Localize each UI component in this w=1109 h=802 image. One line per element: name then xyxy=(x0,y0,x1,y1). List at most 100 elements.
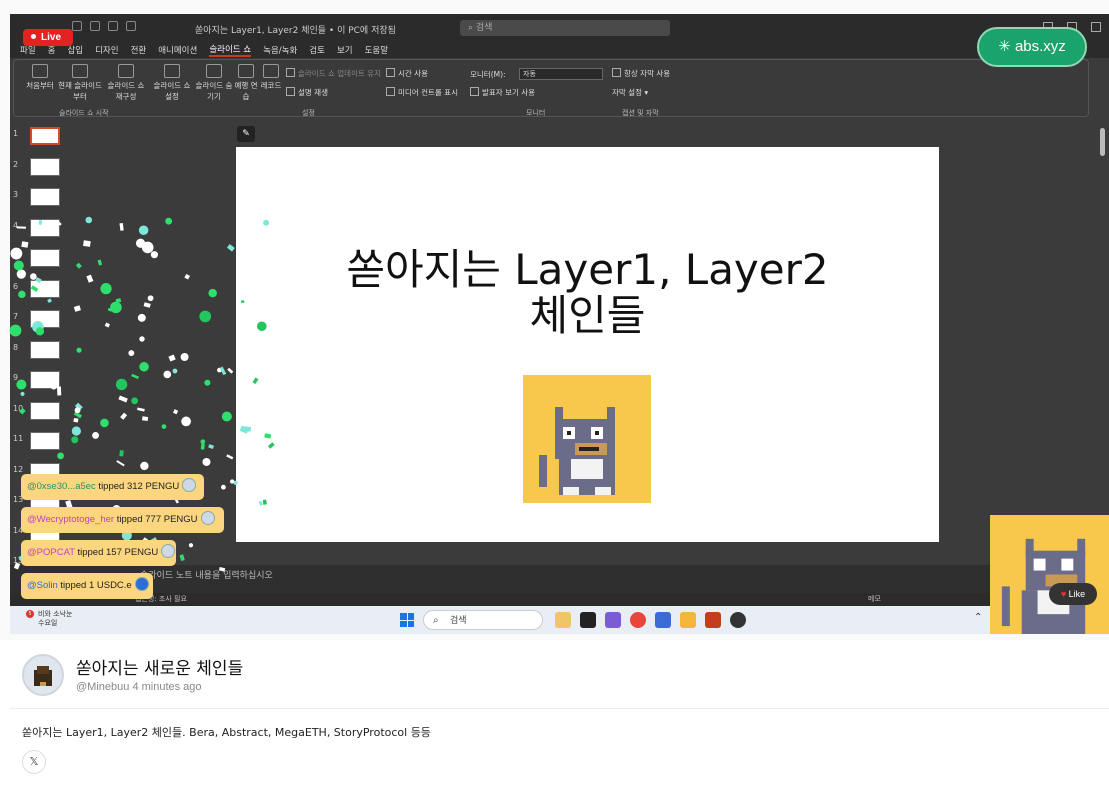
weather-badge: 5 xyxy=(26,610,34,618)
setup-show-label: 슬라이드 쇼 설정 xyxy=(153,81,191,101)
setup-show-button[interactable]: 슬라이드 쇼 설정 xyxy=(152,64,192,102)
channel-name[interactable]: @Minebuu xyxy=(76,681,129,693)
file-title: 쏟아지는 Layer1, Layer2 체인들 • 이 PC에 저장됨 xyxy=(195,26,396,36)
abs-brand-badge[interactable]: ✳ abs.xyz xyxy=(977,27,1087,67)
presenter-view-checkbox[interactable]: 발표자 보기 사용 xyxy=(470,87,535,98)
hide-slide-button[interactable]: 슬라이드 숨기기 xyxy=(194,64,234,102)
avatar[interactable] xyxy=(22,654,64,696)
from-current-button[interactable]: 현재 슬라이드부터 xyxy=(56,64,104,102)
tip-user[interactable]: @POPCAT xyxy=(27,547,75,558)
undo-icon[interactable] xyxy=(108,21,118,31)
tip-text: tipped 777 PENGU xyxy=(114,514,198,525)
slide-thumbnail[interactable] xyxy=(30,249,60,267)
slide-thumbnail[interactable] xyxy=(30,401,60,420)
ribbon-tab[interactable]: 보기 xyxy=(337,44,353,56)
slide-thumbnail[interactable] xyxy=(30,279,60,298)
ribbon-tab[interactable]: 검토 xyxy=(309,44,325,56)
taskbar-search[interactable]: ⌕ 검색 xyxy=(423,610,543,630)
weather-widget[interactable]: 5 비와 소낙눈 수요일 xyxy=(22,610,72,628)
record-button[interactable]: 레코드 xyxy=(258,64,284,91)
slide-number: 8 xyxy=(13,342,19,352)
x-share-icon[interactable]: 𝕏 xyxy=(22,750,46,774)
app-icon[interactable] xyxy=(655,612,671,628)
ribbon-tab[interactable]: 애니메이션 xyxy=(158,44,197,56)
monitor-label: 모니터(M): xyxy=(470,70,506,79)
use-timings-checkbox[interactable]: 시간 사용 xyxy=(386,68,428,79)
slide-number: 5 xyxy=(13,251,19,260)
tip-user[interactable]: @Wecryptotoge_her xyxy=(27,514,114,525)
chrome-icon[interactable] xyxy=(630,612,646,628)
ribbon-tab[interactable]: 도움말 xyxy=(365,44,388,56)
slide-thumbnail[interactable] xyxy=(30,157,60,176)
stream-title: 쏟아지는 새로운 체인들 xyxy=(76,659,244,679)
subtitle-settings-label: 자막 설정 xyxy=(612,88,642,97)
always-subtitles-checkbox[interactable]: 항상 자막 사용 xyxy=(612,68,670,79)
status-bar: 접근성: 조사 필요 메모 xyxy=(10,593,1000,606)
powerpoint-title-bar: 쏟아지는 Layer1, Layer2 체인들 • 이 PC에 저장됨 ⌕ 검색 xyxy=(10,14,1109,42)
copilot-icon[interactable] xyxy=(605,612,621,628)
subtitle-settings-button[interactable]: 자막 설정 ▾ xyxy=(612,87,648,98)
monitor-select[interactable]: 자동 xyxy=(519,68,603,80)
record-label: 레코드 xyxy=(260,81,282,90)
live-badge: Live xyxy=(23,29,73,46)
group-start-label: 슬라이드 쇼 시작 xyxy=(59,109,109,117)
windows-taskbar: 5 비와 소낙눈 수요일 ⌕ 검색 ⌃ xyxy=(10,606,1109,634)
always-subtitles-label: 항상 자막 사용 xyxy=(624,69,671,78)
stream-info: 쏟아지는 새로운 체인들 @Minebuu 4 minutes ago 쏟아지는… xyxy=(0,640,1109,802)
tip-text: tipped 1 USDC.e xyxy=(57,580,132,591)
play-narration-label: 설명 재생 xyxy=(298,88,328,97)
like-button[interactable]: ♥ Like xyxy=(1049,583,1097,605)
save-icon[interactable] xyxy=(90,21,100,31)
slide-thumbnail[interactable] xyxy=(30,218,60,237)
slide-thumbnail[interactable] xyxy=(30,371,60,389)
play-narration-checkbox[interactable]: 설명 재생 xyxy=(286,87,328,98)
widget-app-icon[interactable] xyxy=(555,612,571,628)
ribbon-slideshow: 처음부터 현재 슬라이드부터 슬라이드 쇼 재구성 슬라이드 쇼 설정 슬라이드… xyxy=(13,59,1089,117)
powerpoint-icon[interactable] xyxy=(705,612,721,628)
group-monitor-label: 모니터 xyxy=(526,109,546,117)
tip-user[interactable]: @0xse30...a5ec xyxy=(27,481,96,492)
slide-thumbnail[interactable] xyxy=(30,310,60,328)
show-media-checkbox[interactable]: 미디어 컨트롤 표시 xyxy=(386,87,458,98)
from-current-label: 현재 슬라이드부터 xyxy=(58,81,102,101)
powerpoint-search-input[interactable]: ⌕ 검색 xyxy=(460,20,670,36)
taskbar-apps xyxy=(555,612,746,628)
notes-toggle[interactable]: 메모 xyxy=(868,594,881,604)
taskview-icon[interactable] xyxy=(580,612,596,628)
tip-user[interactable]: @Solin xyxy=(27,580,58,591)
slide-thumbnail[interactable] xyxy=(30,127,60,145)
redo-icon[interactable] xyxy=(126,21,136,31)
hide-slide-label: 슬라이드 숨기기 xyxy=(195,81,233,101)
slide-number: 3 xyxy=(13,190,19,199)
ribbon-tab[interactable]: 전환 xyxy=(131,44,147,56)
rehearse-label: 예행 연습 xyxy=(234,81,258,101)
slide-number: 6 xyxy=(13,281,19,291)
custom-show-button[interactable]: 슬라이드 쇼 재구성 xyxy=(106,64,146,102)
from-start-label: 처음부터 xyxy=(26,81,54,90)
windows-start-icon[interactable] xyxy=(400,613,414,627)
ribbon-tab[interactable]: 디자인 xyxy=(95,44,118,56)
slide-thumbnail[interactable] xyxy=(30,340,60,359)
chevron-up-icon[interactable]: ⌃ xyxy=(974,612,982,623)
show-media-label: 미디어 컨트롤 표시 xyxy=(398,88,458,97)
keep-updated-checkbox[interactable]: 슬라이드 쇼 업데이트 유지 xyxy=(286,68,381,79)
file-explorer-icon[interactable] xyxy=(680,612,696,628)
ribbon-tab[interactable]: 슬라이드 쇼 xyxy=(209,43,252,57)
presenter-view-label: 발표자 보기 사용 xyxy=(482,88,536,97)
autosave-toggle-icon[interactable] xyxy=(72,21,82,31)
slide-scrollbar[interactable] xyxy=(1099,126,1106,566)
slide-thumbnail[interactable] xyxy=(30,188,60,206)
search-icon: ⌕ xyxy=(433,615,439,626)
slide-thumbnail[interactable] xyxy=(30,432,60,450)
designer-icon[interactable]: ✎ xyxy=(237,126,255,142)
notes-pane[interactable]: 슬라이드 노트 내용을 입력하십시오 xyxy=(10,565,1000,593)
slide-number: 4 xyxy=(13,220,19,230)
rehearse-button[interactable]: 예행 연습 xyxy=(234,64,258,102)
ribbon-tab[interactable]: 녹음/녹화 xyxy=(263,44,297,56)
tip-item: @Wecryptotoge_her tipped 777 PENGU xyxy=(21,507,224,533)
close-icon[interactable] xyxy=(1091,22,1101,32)
tip-item: @POPCAT tipped 157 PENGU xyxy=(21,540,176,566)
tipper-avatar xyxy=(182,478,197,492)
obs-icon[interactable] xyxy=(730,612,746,628)
usdc-icon xyxy=(134,577,149,591)
